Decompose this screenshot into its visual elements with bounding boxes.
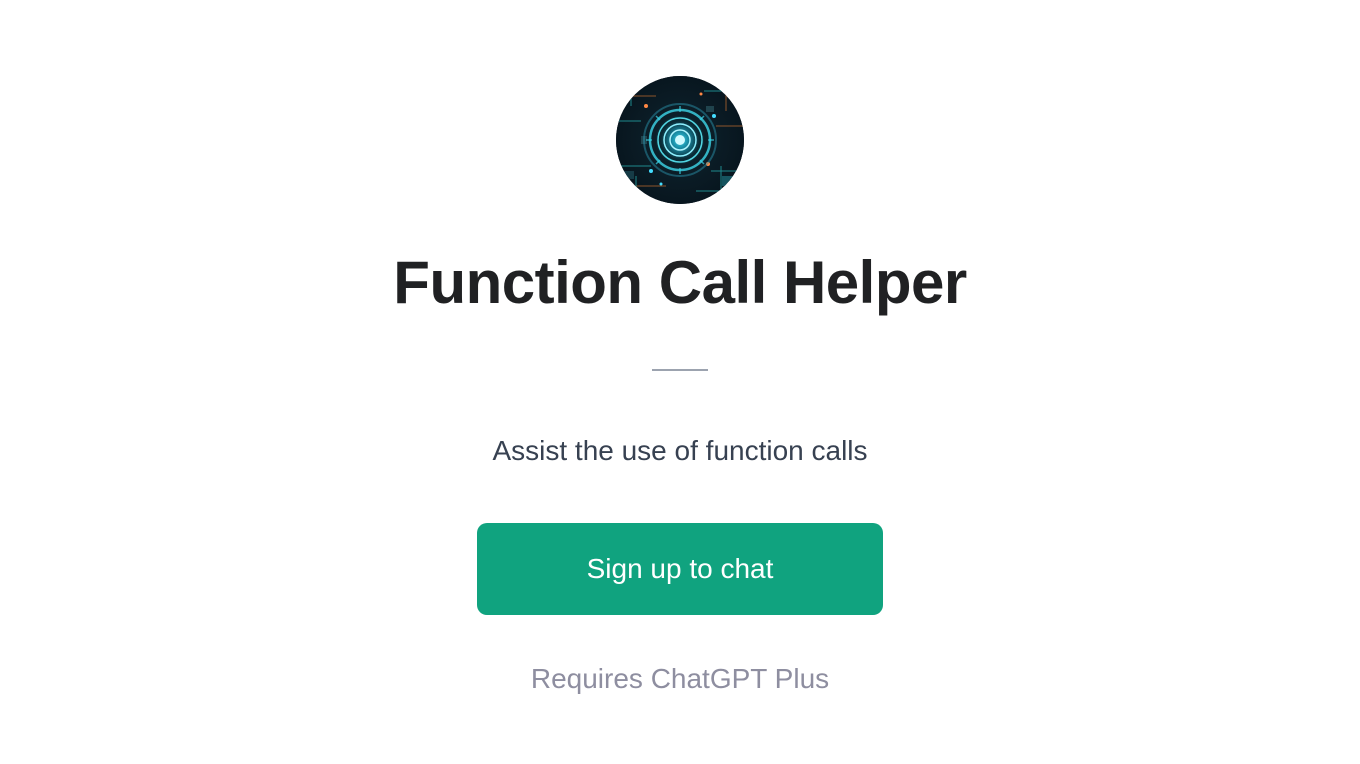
signup-button[interactable]: Sign up to chat xyxy=(477,523,884,615)
page-title: Function Call Helper xyxy=(393,248,966,317)
requirement-text: Requires ChatGPT Plus xyxy=(531,663,829,695)
title-divider xyxy=(652,369,708,371)
avatar-image xyxy=(616,76,744,204)
page-description: Assist the use of function calls xyxy=(492,435,867,467)
app-avatar xyxy=(616,76,744,204)
